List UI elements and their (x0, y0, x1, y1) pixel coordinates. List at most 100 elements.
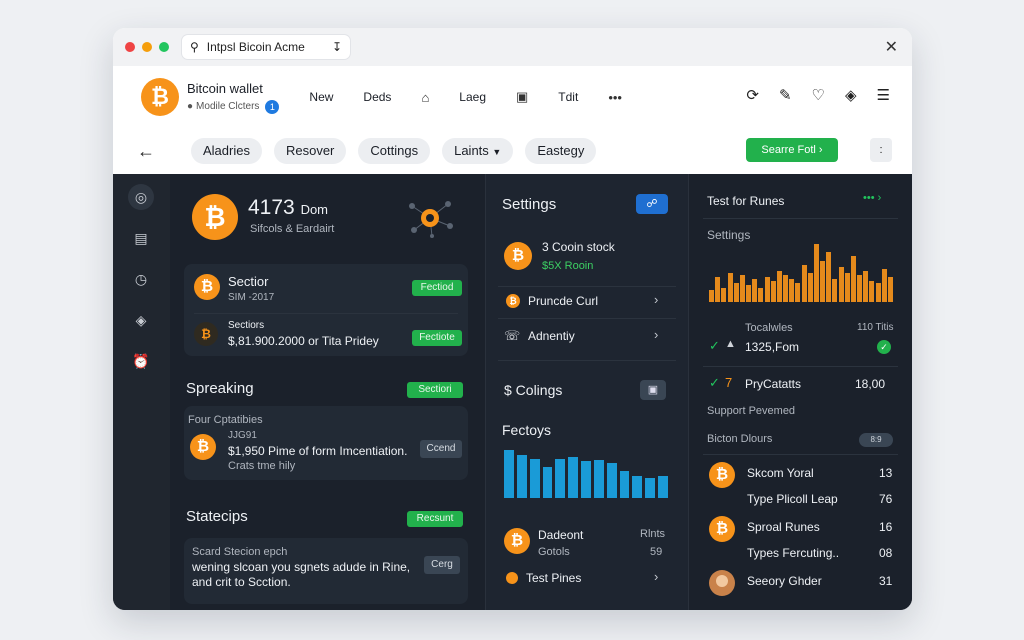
chip-cottings[interactable]: Cottings (358, 138, 431, 164)
tag-icon[interactable]: ◈ (845, 86, 857, 104)
maximize-window-dot[interactable] (159, 42, 169, 52)
chip-eastegy[interactable]: Eastegy (525, 138, 597, 164)
factoys-bar (516, 455, 527, 498)
address-bar[interactable]: ⚲ Intpsl Bicoin Acme ↧ (182, 35, 350, 59)
pen-icon[interactable]: ✎ (779, 86, 792, 104)
speaking-line2: $1,950 Pime of form Imcentiation. (228, 444, 408, 458)
sector-tag[interactable]: Fectiod (412, 280, 462, 296)
more-icon[interactable]: ••• (608, 90, 622, 105)
close-window-dot[interactable] (125, 42, 135, 52)
bicton-label: Bicton Dlours (707, 433, 773, 445)
refresh-icon[interactable]: ⟳ (746, 86, 759, 104)
runes-bar (789, 279, 795, 302)
search-icon: ⚲ (190, 40, 199, 54)
avatar[interactable] (709, 570, 735, 596)
divider (498, 318, 676, 319)
download-icon[interactable]: ↧ (332, 40, 342, 54)
speaking-side-tag[interactable]: Ccend (420, 440, 462, 458)
check-circle-icon[interactable]: ✓ (877, 340, 891, 354)
chip-resover[interactable]: Resover (273, 138, 347, 164)
chevron-right-icon[interactable]: › (654, 327, 658, 342)
runes-bar (844, 273, 850, 302)
coin-stock-title: 3 Cooin stock (542, 240, 615, 254)
bitcoin-icon: ₿ (506, 294, 520, 308)
runes-bar (746, 285, 752, 302)
brand-title: Bitcoin wallet (187, 80, 263, 96)
check-icon: ✓ (709, 375, 720, 390)
wallet-icon-button[interactable]: ▣ (640, 380, 666, 400)
statecips-side-tag[interactable]: Cerg (424, 556, 460, 574)
statecips-tag[interactable]: Recsunt (407, 511, 463, 527)
list-item-value: 16 (879, 520, 893, 534)
sidebar-chart-icon[interactable]: ▤ (128, 225, 154, 251)
speaking-card: Four Cptatibies ₿ JJG91 $1,950 Pime of f… (184, 406, 468, 480)
chevron-right-icon[interactable]: › (654, 292, 658, 307)
menu-item-pruncde[interactable]: Pruncde Curl (528, 294, 598, 308)
divider (703, 218, 898, 219)
home-icon[interactable]: ⌂ (421, 90, 429, 105)
app-header: ₿ Bitcoin wallet ● Modile Clcters 1 New … (113, 66, 912, 128)
network-node-icon (402, 196, 458, 240)
nav-item-laeg[interactable]: Laeg (459, 90, 486, 104)
sidebar-tag-icon[interactable]: ◈ (128, 307, 154, 333)
bitcoin-icon: ₿ (504, 528, 530, 554)
brand-subtitle: Modile Clcters (196, 101, 260, 112)
runes-bar (857, 275, 863, 302)
speaking-tag[interactable]: Sectiori (407, 382, 463, 398)
sidebar-alarm-icon[interactable]: ⏰ (128, 348, 154, 374)
speaking-line1: JJG91 (228, 430, 257, 441)
address-text: Intpsl Bicoin Acme (206, 40, 305, 54)
row2-title: PryCatatts (745, 377, 802, 391)
lock-icon[interactable]: ▣ (516, 89, 528, 105)
chevron-right-icon[interactable]: › (654, 569, 658, 584)
factoys-bar (529, 459, 540, 498)
bottle-icon: ▲ (725, 338, 736, 350)
heart-icon[interactable]: ♡ (812, 86, 825, 104)
list-item-title: Skcom Yoral (747, 466, 814, 480)
factoys-bar (581, 461, 591, 498)
bitcoin-icon: ₿ (709, 462, 735, 488)
options-button[interactable]: : (870, 138, 892, 162)
divider (498, 286, 676, 287)
more-green-icon[interactable]: ••• › (863, 192, 881, 204)
minimize-window-dot[interactable] (142, 42, 152, 52)
statecips-line1: Scard Stecion epch (192, 546, 288, 558)
menu-item-adnentiy[interactable]: Adnentiy (528, 329, 575, 343)
stat-right: 110 Titis (857, 322, 894, 333)
bicton-badge[interactable]: 8:9 (859, 433, 893, 447)
divider (194, 313, 458, 314)
nav-item-tdit[interactable]: Tdit (558, 90, 578, 104)
primary-action-label: Searre Fotl (761, 144, 816, 156)
runes-bar (875, 283, 881, 302)
sectors-title: Sectiors (228, 320, 265, 331)
sidebar-clock-icon[interactable]: ◷ (128, 266, 154, 292)
nav-item-deds[interactable]: Deds (363, 90, 391, 104)
check-icon: ✓ (709, 338, 720, 353)
runes-bar (850, 256, 856, 302)
dadeont-title: Dadeont (538, 528, 584, 542)
chip-aladries[interactable]: Aladries (191, 138, 262, 164)
close-icon[interactable]: ✕ (885, 37, 898, 57)
runes-bar (863, 270, 869, 302)
statecips-card: Scard Stecion epch wening slcoan you sgn… (184, 538, 468, 604)
dashboard: ◎ ▤ ◷ ◈ ⏰ ₿ 4173 Dom Sifcols & Eardairt (113, 174, 912, 610)
primary-action-button[interactable]: Searre Fotl › (746, 138, 838, 162)
link-icon-button[interactable]: ☍ (636, 194, 668, 214)
sectors-tag[interactable]: Fectiote (412, 330, 462, 346)
stat-label: Tocalwles (745, 322, 793, 334)
orange-dot-icon (506, 572, 518, 584)
chip-laints[interactable]: Laints ▼ (442, 138, 514, 164)
factoys-bar (658, 475, 668, 498)
menu-icon[interactable]: ☰ (877, 86, 890, 104)
sector-card: ₿ Sectior SIM -2017 Fectiod ₿ Sectiors $… (184, 264, 468, 356)
notification-badge[interactable]: 1 (265, 99, 280, 114)
row2-num: 7 (725, 375, 733, 390)
factoys-bar (542, 467, 553, 498)
back-arrow-icon[interactable]: ← (137, 141, 155, 162)
runes-title: Test for Runes (707, 194, 785, 208)
factoys-title: Fectoys (502, 422, 552, 438)
runes-bar-chart (709, 244, 893, 302)
menu-item-test-pines[interactable]: Test Pines (526, 571, 581, 585)
sidebar-globe-icon[interactable]: ◎ (128, 184, 154, 210)
nav-item-new[interactable]: New (309, 90, 333, 104)
